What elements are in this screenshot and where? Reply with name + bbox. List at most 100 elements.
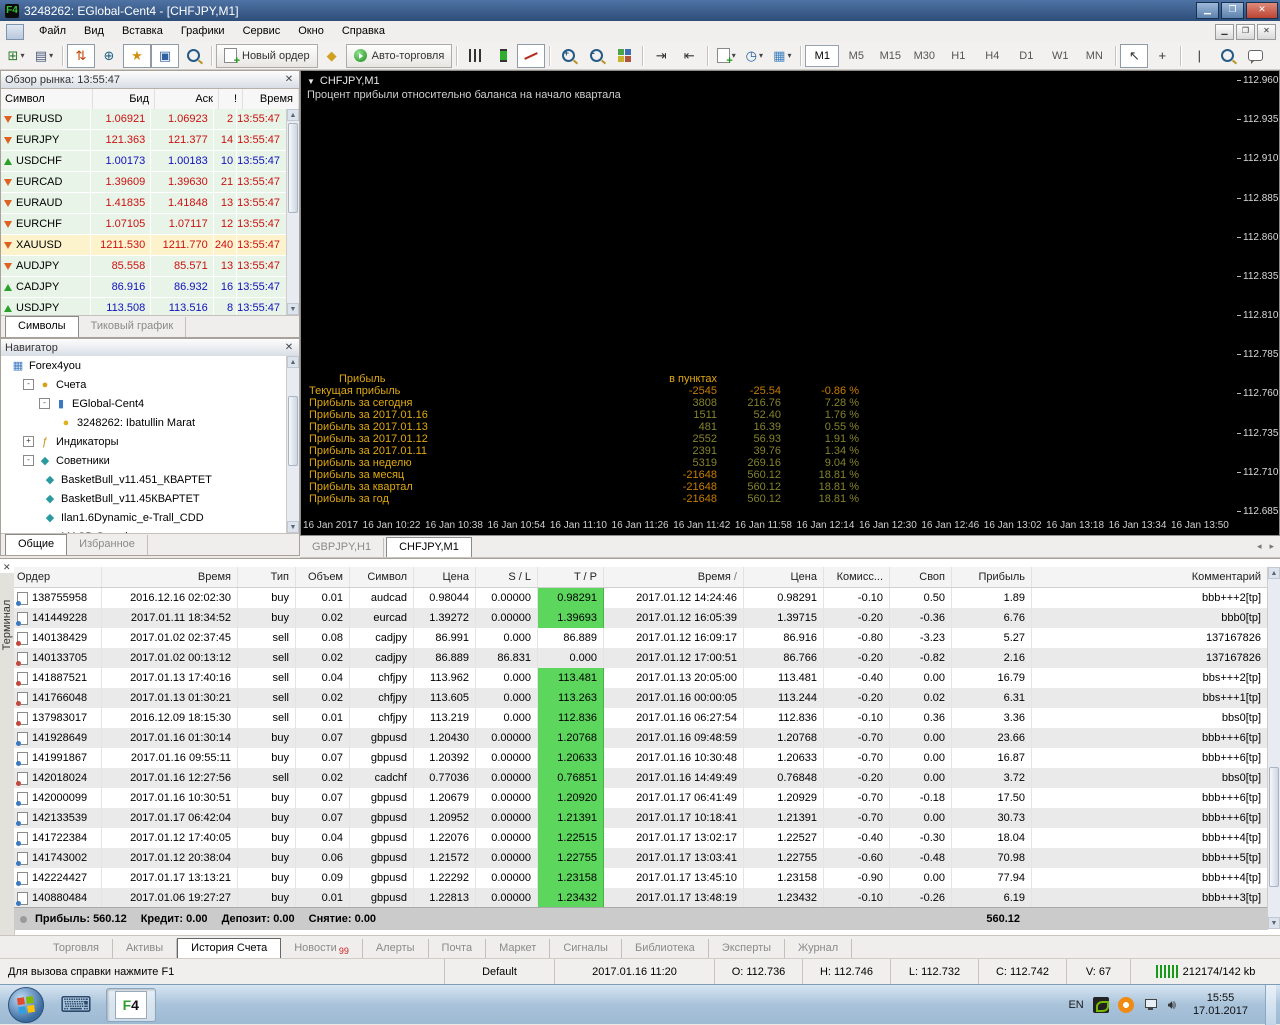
profiles-button[interactable]: ▤▾ (30, 44, 58, 68)
order-row[interactable]: 1417223842017.01.12 17:40:05buy0.04gbpus… (14, 828, 1268, 848)
order-row[interactable]: 1401384292017.01.02 02:37:45sell0.08cadj… (14, 628, 1268, 648)
terminal-scrollbar[interactable]: ▲ ▼ (1267, 567, 1280, 929)
tab-Общие[interactable]: Общие (5, 534, 67, 555)
crosshair-button[interactable]: + (1148, 44, 1176, 68)
column-header[interactable]: Время / (604, 567, 744, 587)
menu-item-Окно[interactable]: Окно (289, 21, 333, 42)
expand-icon[interactable]: + (23, 436, 34, 447)
column-header[interactable]: Комисс... (824, 567, 890, 587)
order-row[interactable]: 1417660482017.01.13 01:30:21sell0.02chfj… (14, 688, 1268, 708)
zoom-in-button[interactable]: + (554, 44, 582, 68)
menu-item-Вставка[interactable]: Вставка (113, 21, 172, 42)
terminal-tab-Новости[interactable]: Новости99 (281, 939, 363, 959)
column-header[interactable]: Символ (350, 567, 414, 587)
column-header[interactable]: Ордер (14, 567, 102, 587)
magnifier-button[interactable] (1213, 44, 1241, 68)
bar-chart-button[interactable] (461, 44, 489, 68)
column-header[interactable]: Бид (93, 89, 155, 109)
scroll-up-icon[interactable]: ▲ (287, 356, 299, 368)
order-row[interactable]: 1379830172016.12.09 18:15:30sell0.01chfj… (14, 708, 1268, 728)
order-row[interactable]: 1420000992017.01.16 10:30:51buy0.07gbpus… (14, 788, 1268, 808)
maximize-button[interactable]: ❐ (1221, 2, 1244, 19)
order-row[interactable]: 1401337052017.01.02 00:13:12sell0.02cadj… (14, 648, 1268, 668)
terminal-tab-Сигналы[interactable]: Сигналы (550, 939, 622, 959)
collapse-icon[interactable]: - (23, 379, 34, 390)
order-row[interactable]: 1421335392017.01.17 06:42:04buy0.07gbpus… (14, 808, 1268, 828)
timeframe-MN[interactable]: MN (1077, 45, 1111, 67)
tab-Избранное[interactable]: Избранное (67, 535, 148, 555)
market-watch-row[interactable]: EURAUD1.418351.418481313:55:47 (1, 193, 287, 214)
market-watch-row[interactable]: USDJPY113.508113.516813:55:47 (1, 298, 287, 315)
column-header[interactable]: Прибыль (952, 567, 1032, 587)
chart-tab-GBPJPY,H1[interactable]: GBPJPY,H1 (300, 538, 384, 557)
timeframe-M1[interactable]: M1 (805, 45, 839, 67)
close-icon[interactable]: ✕ (283, 342, 295, 353)
app-tray-icon[interactable] (1118, 997, 1134, 1013)
close-button[interactable]: ✕ (1246, 2, 1278, 19)
minimize-button[interactable]: ▁ (1196, 2, 1219, 19)
terminal-tab-Библиотека[interactable]: Библиотека (622, 939, 709, 959)
timeframe-W1[interactable]: W1 (1043, 45, 1077, 67)
close-icon[interactable]: ✕ (283, 74, 295, 85)
tree-item[interactable]: -▮EGlobal-Cent4 (1, 394, 287, 413)
autotrade-button[interactable]: Авто-торговля (346, 44, 453, 68)
navigator-toggle[interactable]: ★ (123, 44, 151, 68)
tree-item[interactable]: +ƒИндикаторы (1, 432, 287, 451)
column-header[interactable]: Комментарий (1032, 567, 1268, 587)
line-chart-button[interactable] (517, 44, 545, 68)
language-indicator[interactable]: EN (1068, 999, 1083, 1011)
taskbar-app-mt4[interactable]: F4 (106, 988, 156, 1022)
column-header[interactable]: S / L (476, 567, 538, 587)
market-watch-row[interactable]: EURJPY121.363121.3771413:55:47 (1, 130, 287, 151)
chart-shift-button[interactable]: ⇤ (675, 44, 703, 68)
terminal-tab-Активы[interactable]: Активы (113, 939, 177, 959)
close-icon[interactable]: ✕ (3, 562, 13, 572)
market-watch-row[interactable]: USDCHF1.001731.001831013:55:47 (1, 151, 287, 172)
order-row[interactable]: 1408804842017.01.06 19:27:27buy0.01gbpus… (14, 888, 1268, 908)
chart-window[interactable]: ▼CHFJPY,M1 Процент прибыли относительно … (300, 70, 1280, 536)
network-icon[interactable] (1143, 997, 1159, 1013)
tree-item[interactable]: ●3248262: Ibatullin Marat (1, 413, 287, 432)
menu-item-Графики[interactable]: Графики (172, 21, 234, 42)
terminal-tab-Торговля[interactable]: Торговля (40, 939, 113, 959)
tree-item[interactable]: ▦Forex4you (1, 356, 287, 375)
column-header[interactable]: Объем (296, 567, 350, 587)
market-watch-scrollbar[interactable]: ▲ ▼ (286, 109, 299, 315)
navigator-scrollbar[interactable]: ▲ ▼ (286, 356, 299, 533)
tree-item[interactable]: ◆BasketBull_v11.45КВАРТЕТ (1, 489, 287, 508)
column-header[interactable]: Цена (414, 567, 476, 587)
start-button[interactable] (8, 987, 44, 1023)
menu-item-Вид[interactable]: Вид (75, 21, 113, 42)
scroll-up-icon[interactable]: ▲ (287, 109, 299, 121)
volume-icon[interactable]: 🔊︎ (1168, 997, 1176, 1013)
scroll-right-icon[interactable]: ▸ (1269, 541, 1274, 552)
menu-item-Файл[interactable]: Файл (30, 21, 75, 42)
menu-item-Сервис[interactable]: Сервис (234, 21, 290, 42)
order-row[interactable]: 1387559582016.12.16 02:02:30buy0.01audca… (14, 588, 1268, 608)
candlestick-button[interactable] (489, 44, 517, 68)
menu-item-Справка[interactable]: Справка (333, 21, 394, 42)
terminal-tab-Алерты[interactable]: Алерты (363, 939, 429, 959)
market-watch-row[interactable]: EURUSD1.069211.06923213:55:47 (1, 109, 287, 130)
child-close-button[interactable]: ✕ (1257, 24, 1276, 40)
timeframe-M15[interactable]: M15 (873, 45, 907, 67)
timeframe-H1[interactable]: H1 (941, 45, 975, 67)
tab-Символы[interactable]: Символы (5, 316, 79, 337)
market-watch-row[interactable]: XAUUSD1211.5301211.77024013:55:47 (1, 235, 287, 256)
terminal-tab-Почта[interactable]: Почта (429, 939, 487, 959)
periods-button[interactable]: ◷▾ (740, 44, 768, 68)
column-header[interactable]: Тип (238, 567, 296, 587)
cursor-button[interactable]: ↖ (1120, 44, 1148, 68)
scroll-down-icon[interactable]: ▼ (287, 521, 299, 533)
scrollbar-thumb[interactable] (288, 123, 298, 213)
column-header[interactable]: Своп (890, 567, 952, 587)
show-desktop-button[interactable] (1265, 985, 1276, 1025)
order-row[interactable]: 1419918672017.01.16 09:55:11buy0.07gbpus… (14, 748, 1268, 768)
terminal-toggle[interactable]: ▣ (151, 44, 179, 68)
scroll-down-icon[interactable]: ▼ (287, 303, 299, 315)
market-watch-row[interactable]: EURCHF1.071051.071171213:55:47 (1, 214, 287, 235)
column-header[interactable]: Цена (744, 567, 824, 587)
column-header[interactable]: Символ (1, 89, 93, 109)
order-row[interactable]: 1420180242017.01.16 12:27:56sell0.02cadc… (14, 768, 1268, 788)
terminal-tab-Журнал[interactable]: Журнал (785, 939, 852, 959)
